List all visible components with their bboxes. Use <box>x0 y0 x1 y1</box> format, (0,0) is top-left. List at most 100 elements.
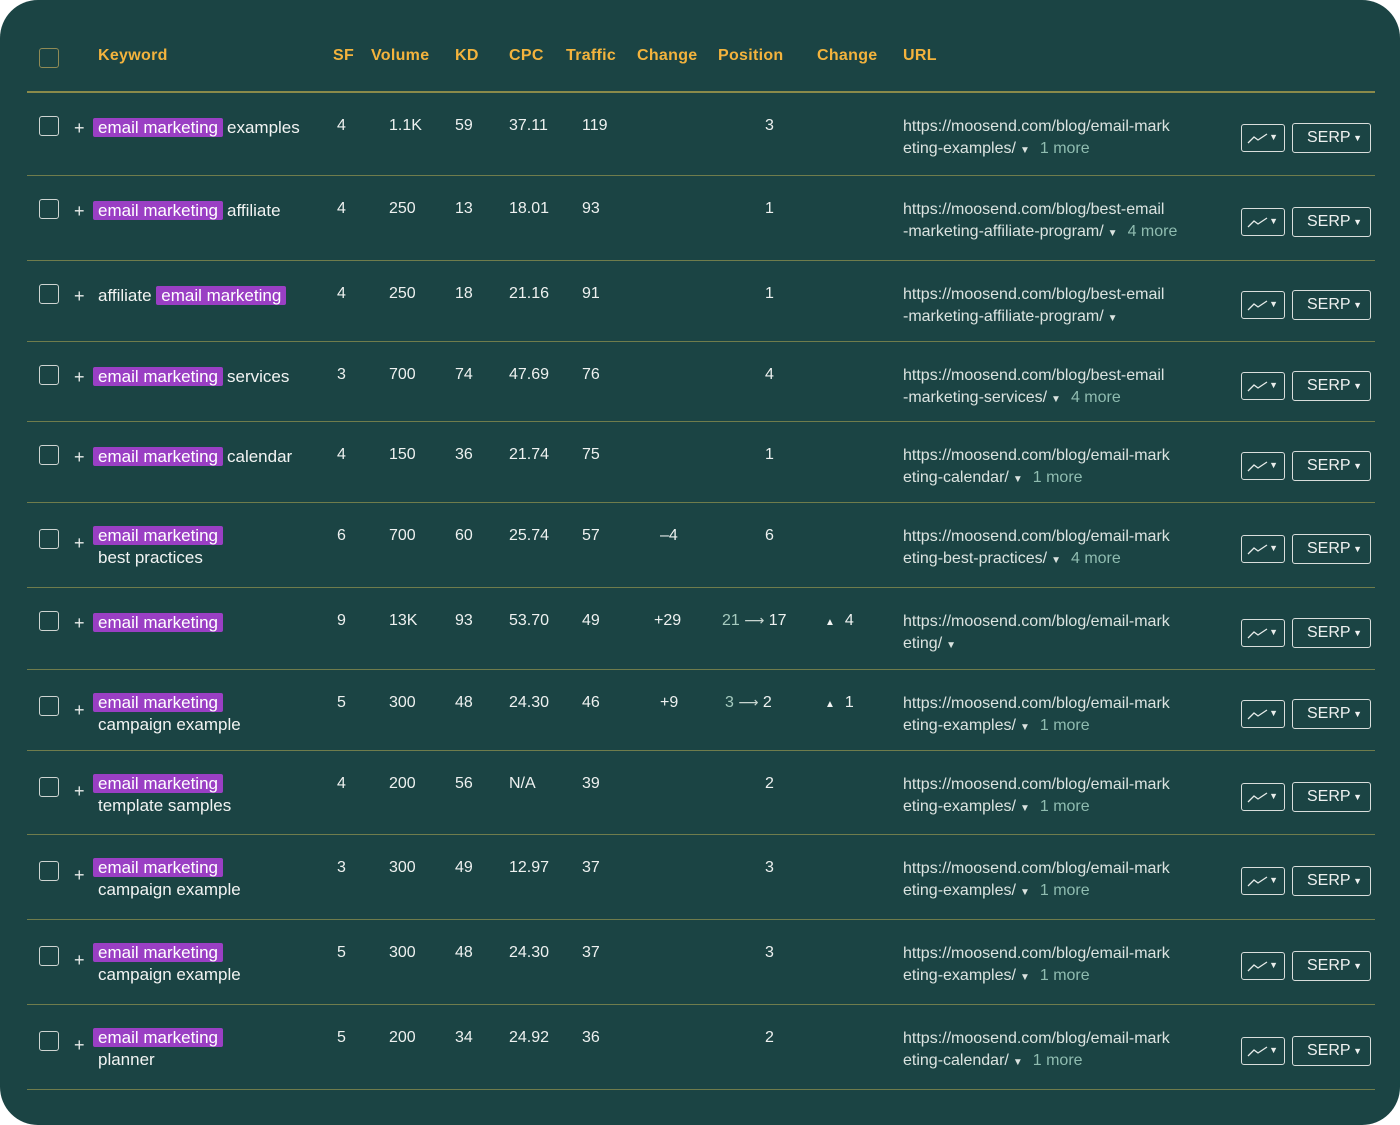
caret-down-icon[interactable]: ▼ <box>1051 394 1061 405</box>
trend-chart-button[interactable]: ▼ <box>1241 208 1285 236</box>
url-link[interactable]: https://moosend.com/blog/email-mark eting… <box>903 613 1170 652</box>
keyword-cell[interactable]: email marketing campaign example <box>93 942 318 986</box>
caret-down-icon[interactable]: ▼ <box>1108 313 1118 324</box>
keyword-cell[interactable]: email marketing campaign example <box>93 692 318 736</box>
trend-chart-button[interactable]: ▼ <box>1241 952 1285 980</box>
serp-button[interactable]: SERP ▼ <box>1292 866 1371 896</box>
caret-down-icon[interactable]: ▼ <box>1020 722 1030 733</box>
serp-button[interactable]: SERP ▼ <box>1292 207 1371 237</box>
row-checkbox[interactable] <box>39 611 59 631</box>
row-checkbox[interactable] <box>39 116 59 136</box>
col-position-change[interactable]: Change <box>817 47 877 65</box>
add-keyword-icon[interactable]: + <box>74 782 85 800</box>
more-urls-link[interactable]: 1 more <box>1040 140 1090 157</box>
row-checkbox[interactable] <box>39 365 59 385</box>
select-all-checkbox[interactable] <box>39 48 59 68</box>
add-keyword-icon[interactable]: + <box>74 448 85 466</box>
serp-button[interactable]: SERP ▼ <box>1292 699 1371 729</box>
row-checkbox[interactable] <box>39 1031 59 1051</box>
add-keyword-icon[interactable]: + <box>74 866 85 884</box>
trend-chart-button[interactable]: ▼ <box>1241 535 1285 563</box>
row-checkbox[interactable] <box>39 199 59 219</box>
keyword-cell[interactable]: email marketing <box>93 612 318 634</box>
trend-chart-button[interactable]: ▼ <box>1241 124 1285 152</box>
trend-chart-button[interactable]: ▼ <box>1241 291 1285 319</box>
serp-button[interactable]: SERP ▼ <box>1292 782 1371 812</box>
add-keyword-icon[interactable]: + <box>74 534 85 552</box>
row-checkbox[interactable] <box>39 445 59 465</box>
keyword-cell[interactable]: email marketing examples <box>93 117 318 139</box>
caret-down-icon[interactable]: ▼ <box>1051 555 1061 566</box>
add-keyword-icon[interactable]: + <box>74 1036 85 1054</box>
serp-button[interactable]: SERP ▼ <box>1292 290 1371 320</box>
trend-chart-button[interactable]: ▼ <box>1241 372 1285 400</box>
url-link[interactable]: https://moosend.com/blog/best-email -mark… <box>903 201 1164 240</box>
keyword-cell[interactable]: email marketing best practices <box>93 525 318 569</box>
caret-down-icon[interactable]: ▼ <box>1020 803 1030 814</box>
col-sf[interactable]: SF <box>333 47 354 65</box>
more-urls-link[interactable]: 1 more <box>1033 1052 1083 1069</box>
trend-chart-button[interactable]: ▼ <box>1241 700 1285 728</box>
caret-down-icon[interactable]: ▼ <box>1013 474 1023 485</box>
keyword-cell[interactable]: email marketing services <box>93 366 318 388</box>
more-urls-link[interactable]: 4 more <box>1128 223 1178 240</box>
caret-down-icon[interactable]: ▼ <box>1013 1057 1023 1068</box>
col-cpc[interactable]: CPC <box>509 47 544 65</box>
trend-chart-button[interactable]: ▼ <box>1241 1037 1285 1065</box>
url-link[interactable]: https://moosend.com/blog/best-email -mark… <box>903 367 1164 406</box>
add-keyword-icon[interactable]: + <box>74 368 85 386</box>
row-checkbox[interactable] <box>39 696 59 716</box>
url-link[interactable]: https://moosend.com/blog/email-mark eting… <box>903 695 1170 734</box>
serp-button[interactable]: SERP ▼ <box>1292 534 1371 564</box>
keyword-cell[interactable]: email marketing template samples <box>93 773 318 817</box>
row-checkbox[interactable] <box>39 861 59 881</box>
col-volume[interactable]: Volume <box>371 47 429 65</box>
more-urls-link[interactable]: 1 more <box>1033 469 1083 486</box>
serp-button[interactable]: SERP ▼ <box>1292 371 1371 401</box>
url-link[interactable]: https://moosend.com/blog/email-mark eting… <box>903 860 1170 899</box>
add-keyword-icon[interactable]: + <box>74 287 85 305</box>
url-link[interactable]: https://moosend.com/blog/email-mark eting… <box>903 528 1170 567</box>
keyword-cell[interactable]: email marketing planner <box>93 1027 318 1071</box>
caret-down-icon[interactable]: ▼ <box>1020 887 1030 898</box>
more-urls-link[interactable]: 1 more <box>1040 882 1090 899</box>
add-keyword-icon[interactable]: + <box>74 951 85 969</box>
col-keyword[interactable]: Keyword <box>98 47 168 65</box>
col-position[interactable]: Position <box>718 47 784 65</box>
trend-chart-button[interactable]: ▼ <box>1241 452 1285 480</box>
more-urls-link[interactable]: 1 more <box>1040 717 1090 734</box>
trend-chart-button[interactable]: ▼ <box>1241 867 1285 895</box>
url-link[interactable]: https://moosend.com/blog/email-mark eting… <box>903 118 1170 157</box>
url-link[interactable]: https://moosend.com/blog/email-mark eting… <box>903 776 1170 815</box>
serp-button[interactable]: SERP ▼ <box>1292 451 1371 481</box>
serp-button[interactable]: SERP ▼ <box>1292 1036 1371 1066</box>
add-keyword-icon[interactable]: + <box>74 614 85 632</box>
add-keyword-icon[interactable]: + <box>74 202 85 220</box>
keyword-cell[interactable]: email marketing campaign example <box>93 857 318 901</box>
row-checkbox[interactable] <box>39 284 59 304</box>
keyword-cell[interactable]: email marketing affiliate <box>93 200 318 222</box>
trend-chart-button[interactable]: ▼ <box>1241 619 1285 647</box>
keyword-cell[interactable]: affiliate email marketing <box>93 285 318 307</box>
trend-chart-button[interactable]: ▼ <box>1241 783 1285 811</box>
url-link[interactable]: https://moosend.com/blog/best-email -mark… <box>903 286 1164 325</box>
more-urls-link[interactable]: 4 more <box>1071 550 1121 567</box>
more-urls-link[interactable]: 1 more <box>1040 798 1090 815</box>
caret-down-icon[interactable]: ▼ <box>1020 145 1030 156</box>
col-traffic[interactable]: Traffic <box>566 47 616 65</box>
caret-down-icon[interactable]: ▼ <box>946 640 956 651</box>
add-keyword-icon[interactable]: + <box>74 701 85 719</box>
col-change[interactable]: Change <box>637 47 697 65</box>
col-kd[interactable]: KD <box>455 47 479 65</box>
url-link[interactable]: https://moosend.com/blog/email-mark eting… <box>903 945 1170 984</box>
serp-button[interactable]: SERP ▼ <box>1292 951 1371 981</box>
serp-button[interactable]: SERP ▼ <box>1292 618 1371 648</box>
more-urls-link[interactable]: 1 more <box>1040 967 1090 984</box>
row-checkbox[interactable] <box>39 529 59 549</box>
row-checkbox[interactable] <box>39 777 59 797</box>
caret-down-icon[interactable]: ▼ <box>1020 972 1030 983</box>
add-keyword-icon[interactable]: + <box>74 119 85 137</box>
serp-button[interactable]: SERP ▼ <box>1292 123 1371 153</box>
caret-down-icon[interactable]: ▼ <box>1108 228 1118 239</box>
row-checkbox[interactable] <box>39 946 59 966</box>
